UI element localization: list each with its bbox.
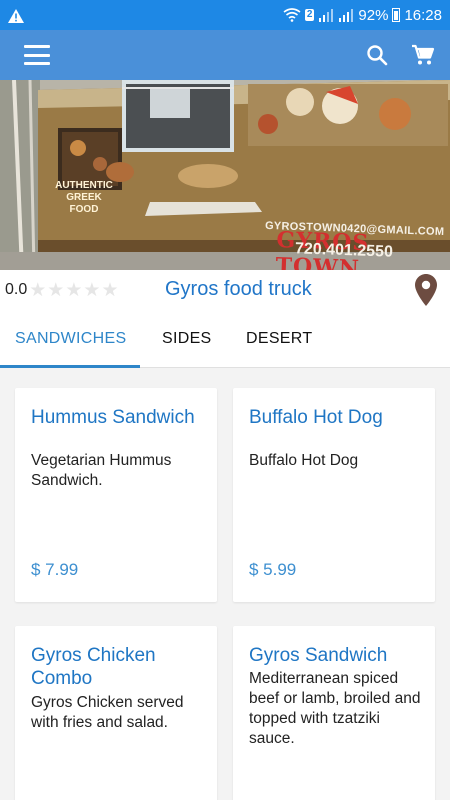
- search-icon[interactable]: [364, 42, 390, 68]
- battery-icon: [392, 8, 401, 22]
- menu-item-title: Gyros Sandwich: [249, 645, 388, 666]
- rating-stars: ★ ★ ★ ★ ★: [29, 281, 118, 300]
- star-icon: ★: [29, 279, 47, 301]
- rating-value: 0.0: [5, 281, 28, 298]
- tab-desert[interactable]: DESERT: [246, 310, 312, 367]
- menu-item-title: Gyros Chicken Combo: [31, 645, 156, 689]
- app-bar: [0, 30, 450, 80]
- warning-icon: [8, 8, 24, 23]
- menu-item-price: $ 7.99: [31, 560, 79, 579]
- menu-item-description: Vegetarian Hummus Sandwich.: [31, 452, 172, 489]
- truck-info-row: 0.0 ★ ★ ★ ★ ★ Gyros food truck: [0, 270, 450, 310]
- menu-item-description: Gyros Chicken served with fries and sala…: [31, 694, 184, 731]
- status-bar: 2 92% 16:28: [0, 0, 450, 30]
- signal-icon-1: [319, 9, 334, 22]
- tab-sandwiches[interactable]: SANDWICHES: [15, 310, 126, 367]
- menu-item-price: $ 5.99: [249, 560, 297, 579]
- menu-items-grid: Hummus Sandwich Vegetarian Hummus Sandwi…: [0, 368, 450, 800]
- star-icon: ★: [83, 279, 101, 301]
- category-tabs: SANDWICHES SIDES DESERT: [0, 310, 450, 368]
- menu-item-card[interactable]: Buffalo Hot Dog Buffalo Hot Dog $ 5.99: [233, 388, 435, 602]
- sim-badge: 2: [304, 9, 315, 21]
- star-icon: ★: [47, 279, 65, 301]
- battery-percent: 92%: [358, 6, 389, 24]
- map-pin-icon[interactable]: [415, 274, 437, 306]
- clock: 16:28: [404, 6, 442, 24]
- menu-item-title: Hummus Sandwich: [31, 407, 195, 428]
- menu-item-description: Buffalo Hot Dog: [249, 452, 359, 469]
- truck-sign-phone: 720.401.2550: [294, 240, 394, 261]
- star-icon: ★: [65, 279, 83, 301]
- hamburger-menu-icon[interactable]: [24, 45, 50, 65]
- menu-item-card[interactable]: Gyros Chicken Combo Gyros Chicken served…: [15, 626, 217, 800]
- signal-icon-2: [339, 9, 354, 22]
- star-icon: ★: [101, 279, 119, 301]
- menu-item-card[interactable]: Gyros Sandwich Mediterranean spiced beef…: [233, 626, 435, 800]
- shopping-cart-icon[interactable]: [410, 42, 436, 68]
- menu-item-card[interactable]: Hummus Sandwich Vegetarian Hummus Sandwi…: [15, 388, 217, 602]
- tab-sides[interactable]: SIDES: [162, 310, 212, 367]
- truck-name: Gyros food truck: [165, 278, 312, 300]
- app-bar-actions: [364, 42, 436, 68]
- menu-item-title: Buffalo Hot Dog: [249, 407, 383, 428]
- status-icons: 2 92% 16:28: [283, 7, 442, 24]
- truck-sign-tagline: AUTHENTIC GREEK FOOD: [55, 180, 113, 215]
- wifi-icon: [283, 8, 301, 22]
- menu-item-description: Mediterranean spiced beef or lamb, broil…: [249, 670, 421, 747]
- hero-image: GYROS TOWN GYROSTOWN0420@GMAIL.COM 720.4…: [0, 80, 450, 270]
